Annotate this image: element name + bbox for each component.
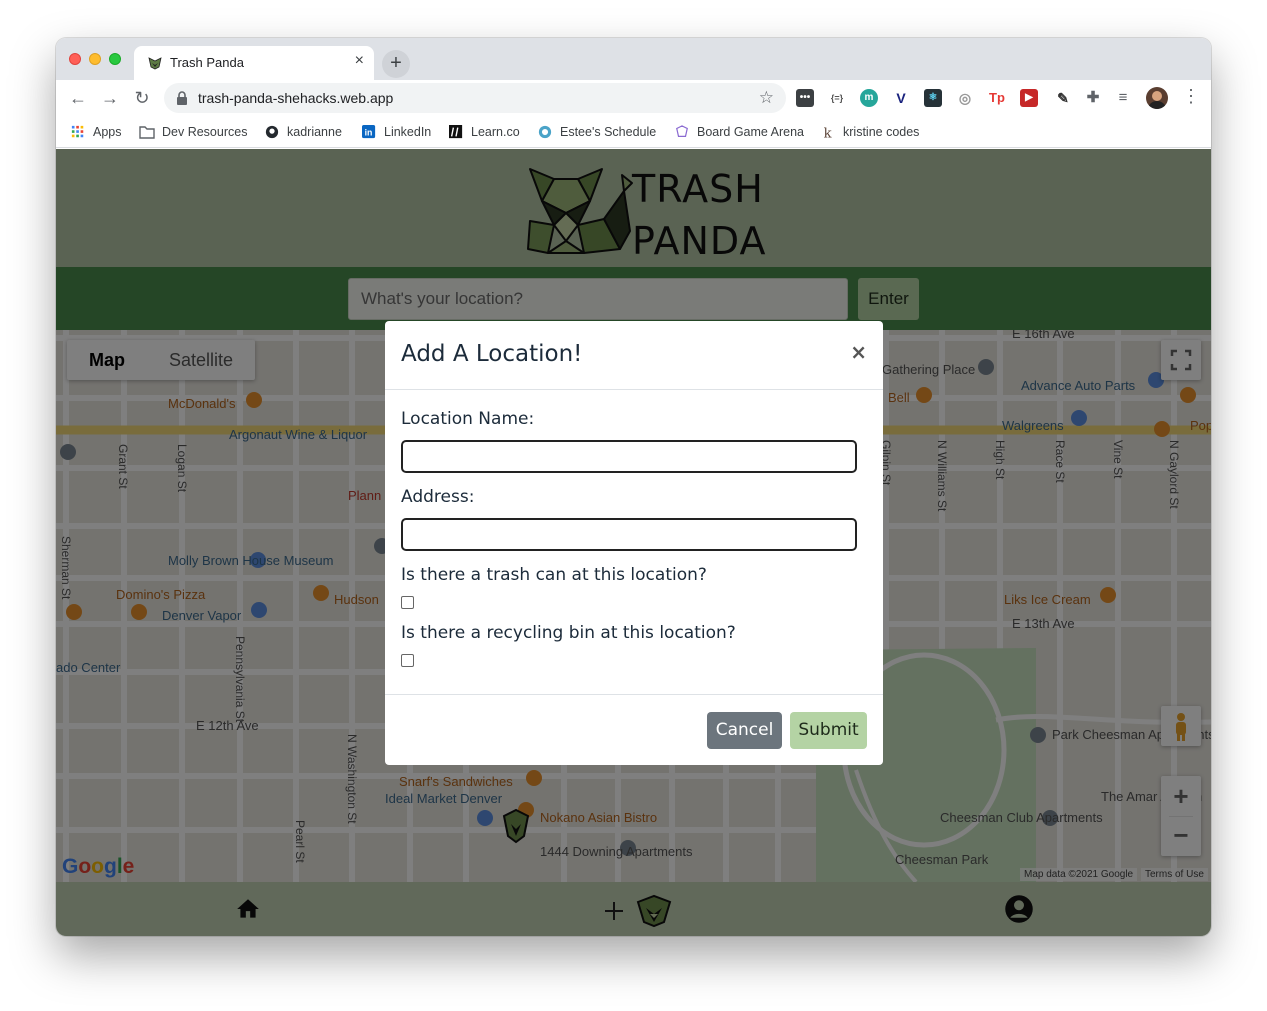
back-icon[interactable]: ← bbox=[67, 87, 89, 109]
folder-icon bbox=[139, 126, 155, 139]
tab-close-icon[interactable]: × bbox=[355, 52, 364, 70]
cancel-button[interactable]: Cancel bbox=[707, 712, 782, 749]
board-game-icon bbox=[676, 125, 688, 137]
linkedin-icon: in bbox=[362, 125, 376, 139]
bookmark-kristine-codes[interactable]: k kristine codes bbox=[820, 123, 920, 141]
bookmark-kadrianne[interactable]: kadrianne bbox=[264, 123, 342, 141]
modal-footer: Cancel Submit bbox=[385, 694, 883, 765]
bookmark-label: Dev Resources bbox=[162, 125, 248, 139]
reload-icon[interactable]: ↻ bbox=[131, 87, 153, 109]
browser-toolbar: ← → ↻ trash-panda-shehacks.web.app ☆ •••… bbox=[56, 80, 1211, 117]
profile-photo-icon bbox=[1148, 91, 1166, 109]
bookmark-apps[interactable]: Apps bbox=[70, 123, 122, 141]
profile-avatar[interactable] bbox=[1146, 87, 1168, 109]
location-name-label: Location Name: bbox=[401, 409, 535, 429]
github-icon bbox=[265, 125, 279, 139]
bookmark-estees-schedule[interactable]: Estee's Schedule bbox=[537, 123, 656, 141]
bookmark-star-icon[interactable]: ☆ bbox=[759, 88, 774, 108]
new-tab-button[interactable]: + bbox=[382, 50, 410, 78]
address-label: Address: bbox=[401, 487, 475, 507]
minimize-window-button[interactable] bbox=[89, 53, 101, 65]
extensions-puzzle-icon[interactable]: ✚ bbox=[1084, 89, 1102, 107]
bookmark-label: kadrianne bbox=[287, 125, 342, 139]
address-field[interactable] bbox=[401, 518, 857, 551]
location-name-field[interactable] bbox=[401, 440, 857, 473]
bookmark-label: LinkedIn bbox=[384, 125, 432, 139]
browser-tab[interactable]: Trash Panda × bbox=[134, 46, 374, 80]
media-control-icon[interactable]: ≡ bbox=[1114, 89, 1132, 107]
bookmark-label: Learn.co bbox=[471, 125, 520, 139]
extension-dots-icon[interactable]: ••• bbox=[796, 89, 814, 107]
svg-text:k: k bbox=[824, 126, 833, 139]
bookmark-linkedin[interactable]: in LinkedIn bbox=[361, 123, 431, 141]
submit-button[interactable]: Submit bbox=[790, 712, 867, 749]
bookmark-dev-resources[interactable]: Dev Resources bbox=[139, 123, 247, 141]
modal-header: Add A Location! × bbox=[385, 321, 883, 390]
lock-icon bbox=[177, 91, 187, 105]
recycling-bin-checkbox[interactable] bbox=[401, 654, 414, 667]
bookmarks-bar: Apps Dev Resources kadrianne in LinkedIn… bbox=[56, 117, 1211, 148]
extension-json-icon[interactable]: {=} bbox=[828, 89, 846, 107]
extension-v-icon[interactable]: V bbox=[892, 89, 910, 107]
trash-can-label: Is there a trash can at this location? bbox=[401, 565, 707, 585]
extension-tp-icon[interactable]: Tp bbox=[988, 89, 1006, 107]
close-window-button[interactable] bbox=[69, 53, 81, 65]
extension-play-icon[interactable]: ▶ bbox=[1020, 89, 1038, 107]
close-icon[interactable]: × bbox=[850, 340, 867, 364]
trash-can-checkbox[interactable] bbox=[401, 596, 414, 609]
extension-m-icon[interactable]: m bbox=[860, 89, 878, 107]
bookmark-label: Board Game Arena bbox=[697, 125, 805, 139]
forward-icon[interactable]: → bbox=[99, 87, 121, 109]
extension-eyedropper-icon[interactable]: ✎ bbox=[1054, 89, 1072, 107]
bookmark-label: kristine codes bbox=[843, 125, 920, 139]
add-location-modal: Add A Location! × Location Name: Address… bbox=[385, 321, 883, 765]
tab-strip: Trash Panda × + bbox=[56, 38, 1211, 80]
browser-menu-icon[interactable]: ⋮ bbox=[1182, 86, 1200, 107]
learn-co-icon bbox=[449, 125, 463, 139]
svg-text:in: in bbox=[365, 128, 373, 138]
bookmark-board-game-arena[interactable]: Board Game Arena bbox=[674, 123, 804, 141]
app-viewport: TRASH PANDA What's your location? Enter bbox=[56, 149, 1211, 936]
bookmark-learn-co[interactable]: Learn.co bbox=[448, 123, 520, 141]
recycling-bin-label: Is there a recycling bin at this locatio… bbox=[401, 623, 736, 643]
bookmark-label: Estee's Schedule bbox=[560, 125, 657, 139]
address-bar[interactable]: trash-panda-shehacks.web.app ☆ bbox=[164, 83, 786, 113]
bookmark-label: Apps bbox=[93, 125, 122, 139]
apps-grid-icon bbox=[71, 125, 84, 138]
raccoon-favicon-icon bbox=[148, 57, 162, 70]
url-text: trash-panda-shehacks.web.app bbox=[198, 90, 394, 106]
maximize-window-button[interactable] bbox=[109, 53, 121, 65]
schedule-icon bbox=[538, 125, 552, 139]
browser-window: Trash Panda × + ← → ↻ trash-panda-shehac… bbox=[56, 38, 1211, 936]
k-logo-icon: k bbox=[824, 126, 833, 139]
tab-title: Trash Panda bbox=[170, 55, 244, 70]
extension-react-icon[interactable]: ⚛ bbox=[924, 89, 942, 107]
extension-clock-icon[interactable]: ◎ bbox=[956, 89, 974, 107]
modal-title: Add A Location! bbox=[401, 341, 583, 367]
